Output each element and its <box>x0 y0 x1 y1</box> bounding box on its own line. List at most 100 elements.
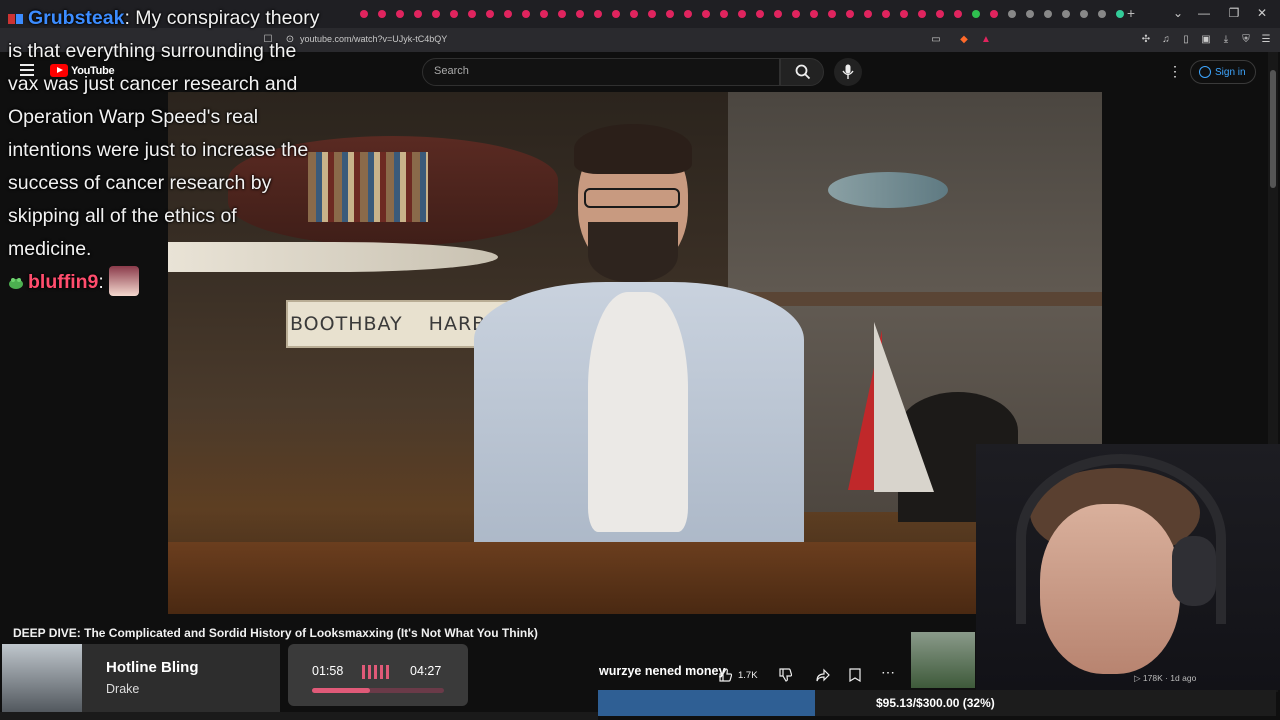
tab-favicon-icon[interactable] <box>576 10 584 18</box>
vpn-icon[interactable]: ⛨ <box>1240 34 1252 46</box>
chat-text-line: vax was just cancer research and <box>8 73 298 95</box>
tab-favicon-icon[interactable] <box>756 10 764 18</box>
tab-favicon-icon[interactable] <box>810 10 818 18</box>
tab-favicon-icon[interactable] <box>900 10 908 18</box>
tab-favicon-icon[interactable] <box>450 10 458 18</box>
dislike-icon[interactable] <box>778 668 793 685</box>
chat-message: Grubsteak: My conspiracy theory <box>8 2 353 35</box>
sidebar-toggle-icon[interactable]: ▯ <box>1180 34 1192 46</box>
chat-badge-icon <box>8 4 24 24</box>
tab-favicon-icon[interactable] <box>378 10 386 18</box>
tab-favicon-icon[interactable] <box>648 10 656 18</box>
search-button[interactable] <box>780 58 824 86</box>
wooden-desk <box>168 542 1102 614</box>
tab-favicon-icon[interactable] <box>486 10 494 18</box>
tab-favicon-icon[interactable] <box>1062 10 1070 18</box>
search-icon <box>795 64 811 80</box>
like-count: 1.7K <box>738 670 758 681</box>
song-title: Hotline Bling <box>106 659 199 676</box>
tab-favicon-icon[interactable] <box>972 10 980 18</box>
voice-search-button[interactable] <box>834 58 862 86</box>
tab-search-icon[interactable]: ⌄ <box>1166 4 1190 22</box>
chat-text-line: skipping all of the ethics of <box>8 205 237 227</box>
brave-shield-icon[interactable]: ◆ <box>958 34 970 46</box>
chat-text-line: success of cancer research by <box>8 172 272 194</box>
tab-favicon-icon[interactable] <box>990 10 998 18</box>
rewards-icon[interactable]: ▲ <box>980 34 992 46</box>
tab-favicon-icon[interactable] <box>738 10 746 18</box>
chat-overlay: Grubsteak: My conspiracy theory is that … <box>8 2 353 299</box>
close-icon[interactable]: ✕ <box>1250 4 1274 22</box>
playback-progress-fill <box>312 688 371 693</box>
more-options-icon[interactable]: ⋮ <box>1168 64 1182 80</box>
tab-favicon-icon[interactable] <box>864 10 872 18</box>
scrollbar-thumb[interactable] <box>1270 70 1276 188</box>
tab-favicon-icon[interactable] <box>684 10 692 18</box>
presenter-hair <box>574 124 692 174</box>
tab-favicon-icon[interactable] <box>1098 10 1106 18</box>
sign-in-button[interactable]: Sign in <box>1190 60 1256 84</box>
equalizer-icon <box>362 665 389 679</box>
maximize-icon[interactable]: ❐ <box>1222 4 1246 22</box>
tab-favicon-icon[interactable] <box>846 10 854 18</box>
new-tab-button[interactable]: + <box>1124 4 1138 22</box>
tab-favicon-icon[interactable] <box>702 10 710 18</box>
tab-favicon-icon[interactable] <box>1026 10 1034 18</box>
tab-favicon-icon[interactable] <box>1008 10 1016 18</box>
playback-total-time: 04:27 <box>410 664 442 678</box>
search-input[interactable] <box>422 58 780 86</box>
tab-favicon-icon[interactable] <box>522 10 530 18</box>
tab-favicon-icon[interactable] <box>540 10 548 18</box>
extensions-icon[interactable]: ✣ <box>1140 34 1152 46</box>
tab-favicon-icon[interactable] <box>1080 10 1088 18</box>
tab-favicon-icon[interactable] <box>558 10 566 18</box>
donation-goal-fill <box>598 690 815 716</box>
tab-favicon-icon[interactable] <box>630 10 638 18</box>
donation-goal-text: $95.13/$300.00 (32%) <box>876 696 995 710</box>
recommended-video-meta: ▷ 178K · 1d ago <box>1134 673 1197 683</box>
tab-favicon-icon[interactable] <box>1044 10 1052 18</box>
tab-favicon-icon[interactable] <box>720 10 728 18</box>
tab-favicon-icon[interactable] <box>828 10 836 18</box>
tab-favicon-icon[interactable] <box>882 10 890 18</box>
tab-favicon-icon[interactable] <box>612 10 620 18</box>
headset-earcup <box>1172 536 1216 606</box>
save-icon[interactable] <box>849 668 861 685</box>
anime-emote-icon <box>109 266 140 296</box>
video-title: DEEP DIVE: The Complicated and Sordid Hi… <box>13 626 538 640</box>
download-icon[interactable]: ⤓ <box>1220 34 1232 46</box>
share-icon[interactable] <box>816 668 830 685</box>
tab-favicon-icon[interactable] <box>936 10 944 18</box>
tab-favicon-icon[interactable] <box>918 10 926 18</box>
presenter-glasses <box>584 188 680 208</box>
cast-icon[interactable]: ▭ <box>930 34 942 46</box>
tab-favicon-icon[interactable] <box>468 10 476 18</box>
tab-favicon-icon[interactable] <box>432 10 440 18</box>
recommended-video-thumbnail[interactable] <box>911 632 975 688</box>
tab-favicon-icon[interactable] <box>504 10 512 18</box>
wallet-icon[interactable]: ▣ <box>1200 34 1212 46</box>
chat-text-line: medicine. <box>8 238 92 260</box>
tab-favicon-icon[interactable] <box>792 10 800 18</box>
browser-tabs[interactable] <box>355 6 1125 22</box>
tab-favicon-icon[interactable] <box>666 10 674 18</box>
media-icon[interactable]: ♫ <box>1160 34 1172 46</box>
search-placeholder: Search <box>434 65 469 77</box>
tab-favicon-icon[interactable] <box>1116 10 1124 18</box>
microphone-icon <box>842 64 854 79</box>
tab-favicon-icon[interactable] <box>414 10 422 18</box>
account-icon <box>1199 66 1211 78</box>
streamer-webcam <box>976 444 1280 690</box>
tab-favicon-icon[interactable] <box>954 10 962 18</box>
playback-current-time: 01:58 <box>312 664 344 678</box>
tab-favicon-icon[interactable] <box>774 10 782 18</box>
tab-favicon-icon[interactable] <box>360 10 368 18</box>
browser-menu-icon[interactable]: ☰ <box>1260 34 1272 46</box>
minimize-icon[interactable]: — <box>1192 4 1216 22</box>
tab-favicon-icon[interactable] <box>594 10 602 18</box>
more-actions-icon[interactable]: ⋯ <box>881 664 895 681</box>
like-icon[interactable] <box>718 668 733 685</box>
tab-favicon-icon[interactable] <box>396 10 404 18</box>
chat-separator: : <box>98 271 104 293</box>
chat-text-line: Operation Warp Speed's real <box>8 106 259 128</box>
